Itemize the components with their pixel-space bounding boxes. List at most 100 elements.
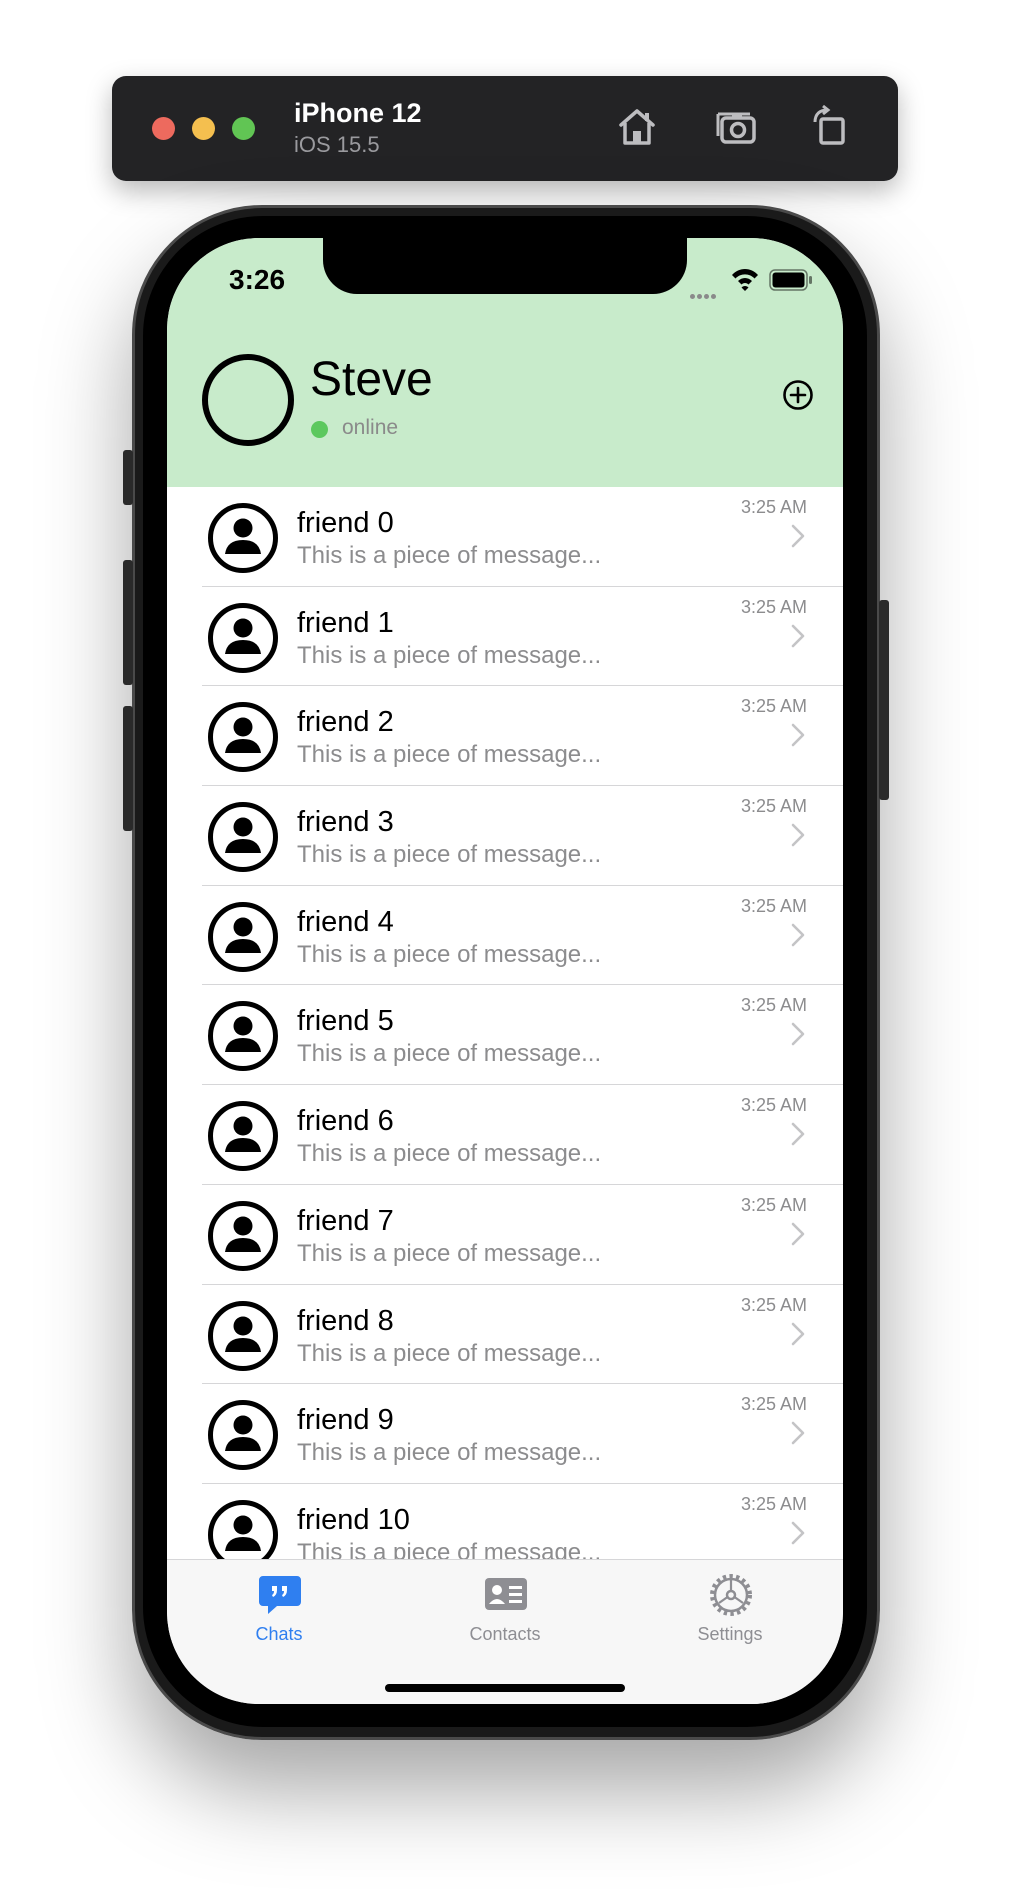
chat-row[interactable]: friend 4 This is a piece of message... 3:2… (167, 886, 843, 986)
profile-avatar[interactable] (202, 354, 294, 446)
chat-row[interactable]: friend 6 This is a piece of message... 3:2… (167, 1085, 843, 1185)
chat-message-preview: This is a piece of message... (297, 940, 602, 968)
chat-timestamp: 3:25 AM (740, 1095, 807, 1116)
chat-contact-name: friend 3 (297, 806, 394, 839)
status-time: 3:26 (229, 264, 286, 295)
tab-bar: Chats Contacts Settings (167, 1559, 843, 1704)
contact-card-icon (485, 1578, 527, 1610)
mute-switch (123, 450, 133, 505)
chat-row[interactable]: friend 9 This is a piece of message... 3:2… (167, 1384, 843, 1484)
chat-row[interactable]: friend 8 This is a piece of message... 3:2… (167, 1285, 843, 1385)
person-avatar-icon (208, 1499, 278, 1559)
cellular-signal-icon (690, 286, 722, 299)
chevron-right-icon (791, 1023, 805, 1046)
tab-label-settings: Settings (697, 1624, 763, 1644)
battery-icon (769, 269, 812, 291)
person-avatar-icon (208, 602, 278, 673)
tab-label-contacts: Contacts (469, 1624, 541, 1644)
chevron-right-icon (791, 1421, 805, 1445)
chat-contact-name: friend 7 (297, 1204, 394, 1237)
chat-timestamp: 3:25 AM (740, 1194, 807, 1215)
chat-contact-name: friend 1 (297, 606, 394, 639)
chevron-right-icon (791, 1521, 805, 1545)
person-avatar-icon (208, 1001, 278, 1072)
profile-name: Steve (310, 353, 433, 406)
person-avatar-icon (208, 1400, 278, 1471)
chat-contact-name: friend 2 (297, 706, 394, 739)
chat-message-preview: This is a piece of message... (297, 1140, 602, 1168)
chevron-right-icon (791, 823, 805, 847)
chat-row[interactable]: friend 7 This is a piece of message... 3:2… (167, 1185, 843, 1285)
close-window-button[interactable] (152, 117, 175, 140)
chat-contact-name: friend 4 (297, 905, 394, 938)
tab-chats[interactable]: Chats (179, 1560, 379, 1660)
chat-message-preview: This is a piece of message... (297, 741, 602, 769)
volume-down-button (123, 706, 133, 831)
chat-contact-name: friend 8 (297, 1304, 394, 1337)
simulator-device-name: iPhone 12 (294, 98, 422, 128)
chat-timestamp: 3:25 AM (740, 1394, 807, 1415)
zoom-window-button[interactable] (232, 117, 255, 140)
chat-timestamp: 3:25 AM (740, 895, 807, 916)
chat-list[interactable]: friend 0 This is a piece of message... 3:2… (167, 487, 843, 1559)
person-avatar-icon (208, 1200, 278, 1271)
gear-icon (710, 1574, 752, 1616)
chevron-right-icon (791, 1222, 805, 1246)
chat-row[interactable]: friend 1 This is a piece of message... 3:2… (167, 587, 843, 687)
chevron-right-icon (791, 923, 805, 947)
chat-message-preview: This is a piece of message... (297, 1439, 602, 1467)
chat-bubble-icon (259, 1576, 301, 1614)
chat-message-preview: This is a piece of message... (297, 1239, 602, 1267)
home-icon[interactable] (612, 102, 662, 152)
minimize-window-button[interactable] (192, 117, 215, 140)
wifi-icon (732, 269, 758, 291)
add-chat-button[interactable] (782, 379, 814, 411)
chat-message-preview: This is a piece of message... (297, 542, 602, 569)
rotate-icon[interactable] (806, 102, 856, 152)
chat-message-preview: This is a piece of message... (297, 641, 602, 669)
person-avatar-icon (208, 503, 278, 573)
simulator-os-version: iOS 15.5 (294, 132, 380, 157)
phone-screen: 3:26 Steve online friend 0 This is a piec… (167, 238, 843, 1704)
chat-row[interactable]: friend 3 This is a piece of message... 3:2… (167, 786, 843, 886)
chat-timestamp: 3:25 AM (740, 596, 807, 617)
chat-message-preview: This is a piece of message... (297, 1538, 602, 1559)
chat-row[interactable]: friend 5 This is a piece of message... 3:2… (167, 985, 843, 1086)
chat-timestamp: 3:25 AM (740, 796, 807, 817)
chat-timestamp: 3:25 AM (740, 995, 807, 1016)
chat-row[interactable]: friend 10 This is a piece of message... 3:… (167, 1484, 843, 1559)
tab-contacts[interactable]: Contacts (405, 1560, 605, 1660)
person-avatar-icon (208, 702, 278, 773)
chat-timestamp: 3:25 AM (740, 1294, 807, 1315)
online-status-text: online (342, 416, 399, 439)
chat-contact-name: friend 9 (297, 1404, 394, 1437)
power-button (879, 600, 889, 800)
chat-timestamp: 3:25 AM (740, 1493, 807, 1514)
chat-row[interactable]: friend 0 This is a piece of message... 3:2… (167, 487, 843, 587)
chat-contact-name: friend 0 (297, 507, 394, 539)
home-indicator (385, 1684, 625, 1692)
chat-message-preview: This is a piece of message... (297, 1339, 602, 1367)
chat-timestamp: 3:25 AM (740, 696, 807, 717)
chevron-right-icon (791, 524, 805, 548)
volume-up-button (123, 560, 133, 685)
tab-settings[interactable]: Settings (630, 1560, 830, 1660)
screenshot-icon[interactable] (712, 102, 762, 152)
chat-contact-name: friend 5 (297, 1005, 394, 1038)
chevron-right-icon (791, 724, 805, 747)
person-avatar-icon (208, 1300, 278, 1371)
chat-row[interactable]: friend 2 This is a piece of message... 3:2… (167, 686, 843, 787)
person-avatar-icon (208, 901, 278, 972)
chevron-right-icon (791, 1322, 805, 1345)
chat-timestamp: 3:25 AM (740, 497, 807, 517)
person-avatar-icon (208, 802, 278, 873)
chevron-right-icon (791, 624, 805, 647)
simulator-title-bar: iPhone 12 iOS 15.5 (112, 76, 898, 181)
chat-message-preview: This is a piece of message... (297, 1040, 602, 1068)
chat-message-preview: This is a piece of message... (297, 841, 602, 869)
chat-contact-name: friend 6 (297, 1105, 394, 1138)
person-avatar-icon (208, 1101, 278, 1172)
chat-contact-name: friend 10 (297, 1503, 410, 1536)
notch (323, 238, 687, 294)
chevron-right-icon (791, 1122, 805, 1146)
